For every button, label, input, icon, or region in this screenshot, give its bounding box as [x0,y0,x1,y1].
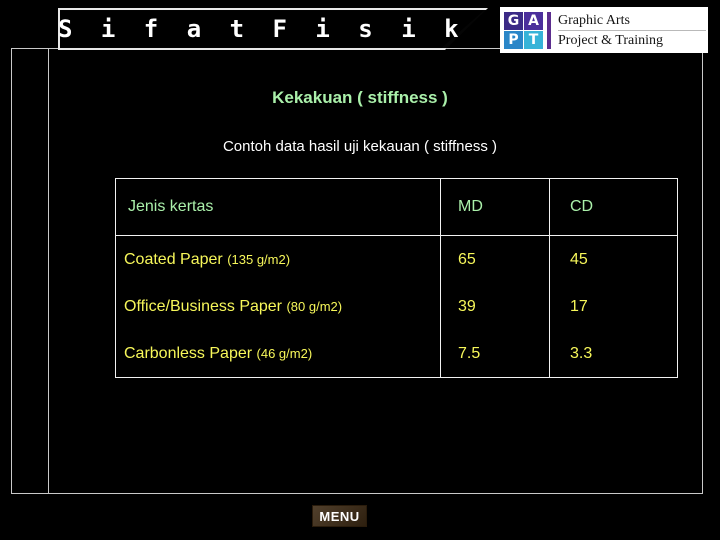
section-heading: Kekakuan ( stiffness ) [272,88,448,107]
menu-button[interactable]: MENU [312,505,367,527]
paper-name: Office/Business Paper [124,297,283,315]
paper-name: Carbonless Paper [124,344,253,362]
table-row: Carbonless Paper (46 g/m2) 7.5 3.3 [115,330,678,378]
cell-md-value: 39 [440,283,550,330]
page-title: S i f a t F i s i k [58,15,466,43]
cell-paper-type: Carbonless Paper (46 g/m2) [115,330,441,378]
column-header-md: MD [440,178,550,236]
cell-cd-value: 3.3 [549,330,678,378]
logo-divider-bar [547,11,551,49]
gapt-logo: G A P T Graphic Arts Project & Training [500,7,708,53]
title-banner: S i f a t F i s i k [58,8,488,50]
logo-wordmark: Graphic Arts Project & Training [558,11,706,49]
menu-button-label: MENU [319,508,360,524]
slide-canvas: S i f a t F i s i k G A P T Graphic Arts… [0,0,720,540]
stiffness-table: Jenis kertas MD CD Coated Paper (135 g/m… [115,178,678,378]
cell-cd-value: 17 [549,283,678,330]
logo-letter-g: G [504,11,523,30]
logo-letter-p: P [504,30,523,49]
cell-paper-type: Coated Paper (135 g/m2) [115,235,441,283]
cell-md-value: 65 [440,235,550,283]
paper-grammage: (135 g/m2) [227,251,291,267]
section-subheading: Contoh data hasil uji kekauan ( stiffnes… [222,138,498,155]
cell-cd-value: 45 [549,235,678,283]
stiffness-table-container: Jenis kertas MD CD Coated Paper (135 g/m… [115,178,678,378]
table-row: Coated Paper (135 g/m2) 65 45 [115,235,678,283]
logo-underline [558,29,706,31]
column-header-paper-type: Jenis kertas [115,178,441,236]
table-row: Office/Business Paper (80 g/m2) 39 17 [115,283,678,330]
logo-text-line2: Project & Training [558,32,664,48]
paper-grammage: (80 g/m2) [286,298,343,314]
cell-md-value: 7.5 [440,330,550,378]
gapt-logo-icon: G A P T [504,11,543,49]
column-header-cd: CD [549,178,678,236]
table-header-row: Jenis kertas MD CD [115,178,678,236]
paper-grammage: (46 g/m2) [256,345,313,361]
cell-paper-type: Office/Business Paper (80 g/m2) [115,283,441,330]
logo-letter-t: T [524,30,543,49]
logo-text-line1: Graphic Arts [558,12,630,28]
table-body: Coated Paper (135 g/m2) 65 45 Office/Bus… [115,235,678,378]
logo-letter-a: A [524,11,543,30]
table-head: Jenis kertas MD CD [115,178,678,236]
slide-frame-divider [48,48,49,494]
paper-name: Coated Paper [124,250,223,268]
